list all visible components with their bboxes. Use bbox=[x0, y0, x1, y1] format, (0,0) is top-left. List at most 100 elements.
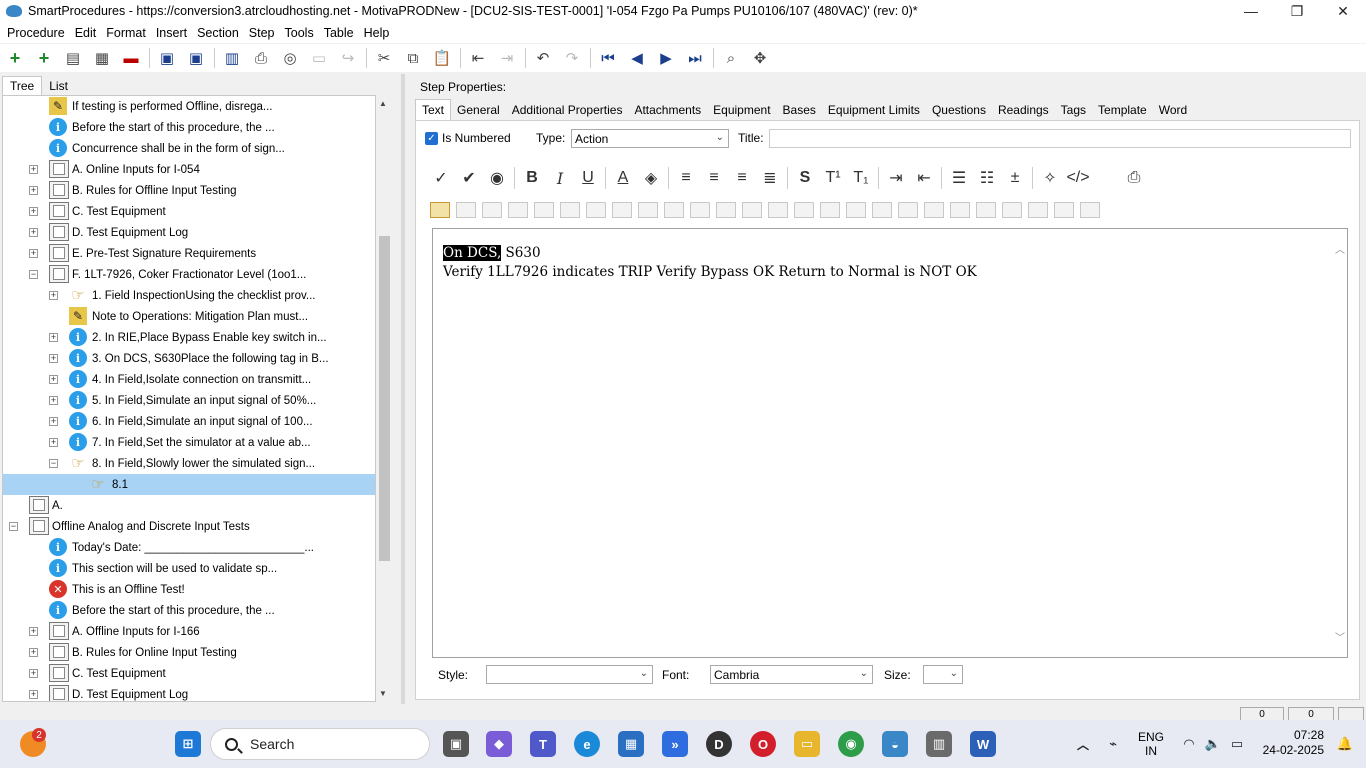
tree-item[interactable]: + B. Rules for Online Input Testing bbox=[3, 642, 375, 663]
spellcheck-all-icon[interactable]: ✔ bbox=[458, 167, 480, 189]
outdent-icon[interactable]: ⇥ bbox=[496, 47, 518, 69]
expand-icon[interactable]: + bbox=[29, 165, 38, 174]
tab-additional-properties[interactable]: Additional Properties bbox=[506, 100, 629, 120]
expand-icon[interactable]: + bbox=[49, 333, 58, 342]
tab-tree[interactable]: Tree bbox=[2, 76, 43, 96]
tree-item[interactable]: i Concurrence shall be in the form of sig… bbox=[3, 138, 375, 159]
menu-section[interactable]: Section bbox=[193, 26, 243, 40]
next-step-icon[interactable]: ▶ bbox=[655, 47, 677, 69]
type-select[interactable]: Action ⌄ bbox=[571, 129, 729, 148]
properties-icon[interactable]: ▤ bbox=[62, 47, 84, 69]
expand-icon[interactable]: + bbox=[29, 228, 38, 237]
tree-scrollbar[interactable]: ▲ ▼ bbox=[377, 95, 391, 702]
menu-help[interactable]: Help bbox=[360, 26, 394, 40]
table-tool-icon[interactable] bbox=[768, 202, 788, 218]
expand-icon[interactable]: + bbox=[49, 417, 58, 426]
title-field[interactable] bbox=[769, 129, 1351, 148]
style-select[interactable]: ⌄ bbox=[486, 665, 653, 684]
network-icon[interactable]: ⌁ bbox=[1100, 731, 1126, 757]
editor-scroll-up-icon[interactable]: ︿ bbox=[1335, 241, 1345, 256]
tab-readings[interactable]: Readings bbox=[992, 100, 1055, 120]
tab-questions[interactable]: Questions bbox=[926, 100, 992, 120]
tree-item[interactable]: + C. Test Equipment bbox=[3, 663, 375, 684]
redo-arrow-icon[interactable]: ↪ bbox=[337, 47, 359, 69]
align-center-icon[interactable]: ≡ bbox=[703, 167, 725, 189]
tree-item[interactable]: + D. Test Equipment Log bbox=[3, 222, 375, 243]
tree-item[interactable]: ✕ This is an Offline Test! bbox=[3, 579, 375, 600]
delete-icon[interactable]: ▬ bbox=[120, 47, 142, 69]
start-icon[interactable]: ⊞ bbox=[175, 731, 201, 757]
tree-item[interactable]: − ☞ 8. In Field,Slowly lower the simulated… bbox=[3, 453, 375, 474]
first-step-icon[interactable]: ⏮ bbox=[597, 47, 619, 69]
is-numbered-checkbox[interactable]: ✓ bbox=[425, 131, 438, 145]
table-tool-icon[interactable] bbox=[924, 202, 944, 218]
expand-icon[interactable]: + bbox=[29, 690, 38, 699]
expand-icon[interactable]: + bbox=[49, 396, 58, 405]
table-tool-icon[interactable] bbox=[872, 202, 892, 218]
underline-icon[interactable]: U bbox=[577, 167, 599, 189]
table-tool-icon[interactable] bbox=[794, 202, 814, 218]
increase-indent-icon[interactable]: ⇥ bbox=[885, 167, 907, 189]
table-tool-icon[interactable] bbox=[560, 202, 580, 218]
tree-item[interactable]: + A. Offline Inputs for I-166 bbox=[3, 621, 375, 642]
expand-icon[interactable]: + bbox=[29, 627, 38, 636]
step-text-editor[interactable]: On DCS, S630 Verify 1LL7926 indicates TR… bbox=[432, 228, 1348, 658]
save-all-icon[interactable]: ▣ bbox=[156, 47, 178, 69]
table-tool-icon[interactable] bbox=[690, 202, 710, 218]
bullet-list-icon[interactable]: ☰ bbox=[948, 167, 970, 189]
table-tool-icon[interactable] bbox=[508, 202, 528, 218]
tree-item[interactable]: i Before the start of this procedure, the… bbox=[3, 600, 375, 621]
menu-table[interactable]: Table bbox=[320, 26, 358, 40]
print-icon[interactable]: ⎙ bbox=[250, 47, 272, 69]
tab-equipment-limits[interactable]: Equipment Limits bbox=[822, 100, 926, 120]
table-tool-icon[interactable] bbox=[1054, 202, 1074, 218]
move-icon[interactable]: ✥ bbox=[749, 47, 771, 69]
tree-item[interactable]: A. bbox=[3, 495, 375, 516]
tree-item[interactable]: − Offline Analog and Discrete Input Tests bbox=[3, 516, 375, 537]
tab-tags[interactable]: Tags bbox=[1055, 100, 1092, 120]
strikethrough-icon[interactable]: S bbox=[794, 167, 816, 189]
indent-icon[interactable]: ⇤ bbox=[467, 47, 489, 69]
opera-icon[interactable]: O bbox=[750, 731, 776, 757]
tab-template[interactable]: Template bbox=[1092, 100, 1153, 120]
tree-item[interactable]: ☞ 8.1 bbox=[3, 474, 375, 495]
table-tool-icon[interactable] bbox=[586, 202, 606, 218]
table-tool-icon[interactable] bbox=[820, 202, 840, 218]
collapse-icon[interactable]: − bbox=[29, 270, 38, 279]
tree-item[interactable]: + i 2. In RIE,Place Bypass Enable key swit… bbox=[3, 327, 375, 348]
find-icon[interactable]: ⌕ bbox=[720, 47, 742, 69]
menu-insert[interactable]: Insert bbox=[152, 26, 191, 40]
minimize-button[interactable]: — bbox=[1228, 0, 1274, 22]
tree-item[interactable]: + B. Rules for Offline Input Testing bbox=[3, 180, 375, 201]
form-icon[interactable]: ▭ bbox=[308, 47, 330, 69]
cut-icon[interactable]: ✂ bbox=[373, 47, 395, 69]
table-tool-icon[interactable] bbox=[846, 202, 866, 218]
clock[interactable]: 07:28 24-02-2025 bbox=[1258, 728, 1324, 758]
table-tool-icon[interactable] bbox=[664, 202, 684, 218]
subscript-icon[interactable]: T₁ bbox=[850, 167, 872, 189]
tree-item[interactable]: + i 4. In Field,Isolate connection on tran… bbox=[3, 369, 375, 390]
tree-item[interactable]: + i 3. On DCS, S630Place the following tag… bbox=[3, 348, 375, 369]
tree-item[interactable]: ✎ Note to Operations: Mitigation Plan mus… bbox=[3, 306, 375, 327]
expand-icon[interactable]: + bbox=[29, 249, 38, 258]
table-tool-icon[interactable] bbox=[742, 202, 762, 218]
tab-bases[interactable]: Bases bbox=[777, 100, 822, 120]
smartprocedures-icon[interactable]: ◒ bbox=[882, 731, 908, 757]
chevron-up-icon[interactable]: ︿ bbox=[1070, 731, 1096, 757]
superscript-icon[interactable]: T¹ bbox=[822, 167, 844, 189]
file-explorer-icon[interactable]: ▭ bbox=[794, 731, 820, 757]
save-icon[interactable]: ▣ bbox=[185, 47, 207, 69]
task-view-icon[interactable]: ▣ bbox=[443, 731, 469, 757]
notifications-bell-icon[interactable]: 🔔 bbox=[1332, 731, 1358, 757]
align-left-icon[interactable]: ≡ bbox=[675, 167, 697, 189]
tab-general[interactable]: General bbox=[451, 100, 506, 120]
redo-icon[interactable]: ↷ bbox=[561, 47, 583, 69]
language-indicator[interactable]: ENG IN bbox=[1138, 720, 1164, 768]
font-color-icon[interactable]: A bbox=[612, 167, 634, 189]
justify-icon[interactable]: ≣ bbox=[759, 167, 781, 189]
italic-icon[interactable]: I bbox=[549, 167, 571, 189]
tree-item[interactable]: + i 5. In Field,Simulate an input signal o… bbox=[3, 390, 375, 411]
html-source-icon[interactable]: </> bbox=[1066, 167, 1089, 189]
panel-splitter[interactable] bbox=[401, 74, 405, 704]
tab-attachments[interactable]: Attachments bbox=[628, 100, 707, 120]
